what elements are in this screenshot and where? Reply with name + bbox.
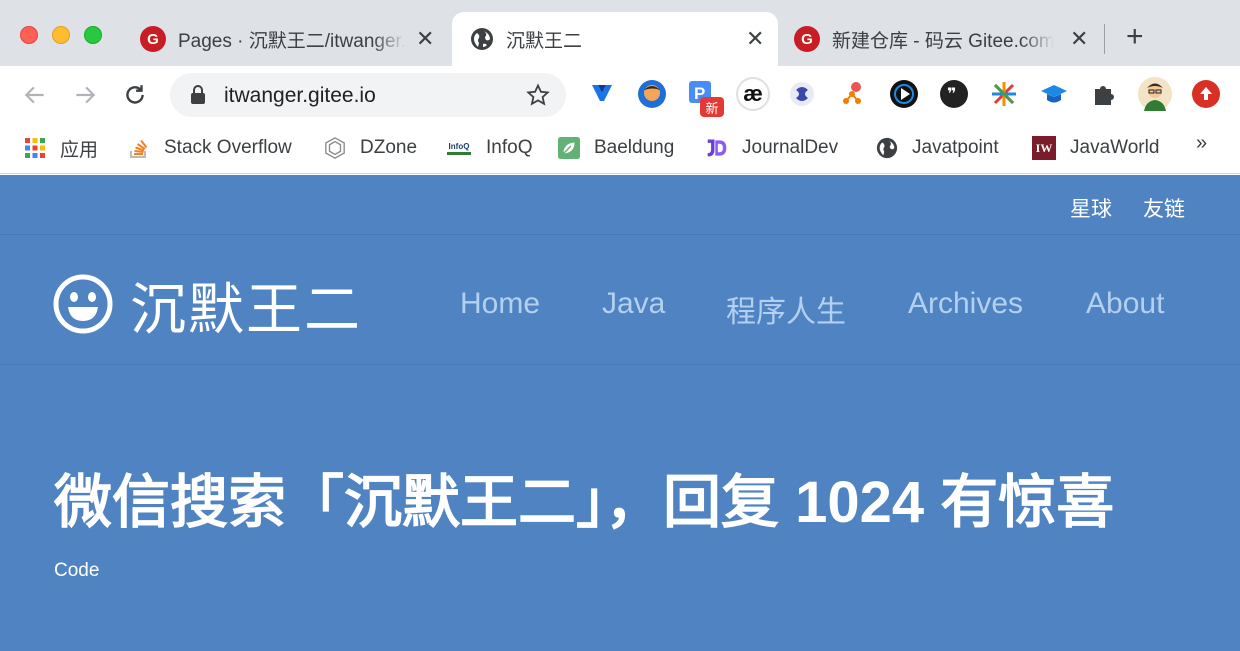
ae-extension-icon[interactable]: æ <box>736 77 770 111</box>
bookmark-label: JavaWorld <box>1070 137 1160 158</box>
new-tab-button[interactable]: + <box>1126 22 1144 52</box>
bookmark-label: DZone <box>360 137 418 158</box>
puzzle-extension-icon[interactable] <box>1090 80 1118 108</box>
bookmarks-overflow-button[interactable]: » <box>1196 132 1207 155</box>
s-extension-icon[interactable] <box>788 80 816 108</box>
topbar-link-friends[interactable]: 友链 <box>1143 193 1185 223</box>
reload-icon <box>126 85 144 104</box>
globe-icon <box>471 28 493 50</box>
hero-heading: 微信搜索「沉默王二」，回复 1024 有惊喜 <box>54 470 1115 535</box>
url-text[interactable]: itwanger.gitee.io <box>224 84 376 108</box>
play-extension-icon[interactable] <box>890 80 918 108</box>
bookmark-label: Stack Overflow <box>164 137 292 158</box>
nav-archives[interactable]: Archives <box>908 287 1023 321</box>
bookmark-javatpoint[interactable]: Javatpoint <box>876 134 999 162</box>
nav-about[interactable]: About <box>1086 287 1164 321</box>
bookmark-javaworld[interactable]: IW JavaWorld <box>1032 134 1159 162</box>
tab-active-site[interactable]: 沉默王二 ✕ <box>452 12 778 66</box>
apps-grid-icon <box>25 138 45 158</box>
address-bar[interactable]: itwanger.gitee.io <box>170 73 566 117</box>
tab-close-icon[interactable]: ✕ <box>416 26 434 52</box>
tree-extension-icon[interactable] <box>838 80 866 108</box>
bookmark-label: 应用 <box>60 139 99 161</box>
window-maximize-button[interactable] <box>84 26 102 44</box>
tab-gitee-new-repo[interactable]: G 新建仓库 - 码云 Gitee.com ✕ <box>784 12 1100 66</box>
tab-separator <box>1104 24 1105 54</box>
bookmark-stackoverflow[interactable]: Stack Overflow <box>128 134 292 162</box>
new-badge: 新 <box>700 97 724 117</box>
bookmark-journaldev[interactable]: JournalDev <box>706 134 838 162</box>
nav-java[interactable]: Java <box>602 287 665 321</box>
nav-programmer-life[interactable]: 程序人生 <box>726 287 846 331</box>
lock-icon[interactable] <box>190 85 206 105</box>
gitee-icon: G <box>794 26 820 52</box>
site-header: 沉默王二 Home Java 程序人生 Archives About <box>0 235 1240 365</box>
code-label: Code <box>54 560 100 581</box>
browser-toolbar: itwanger.gitee.io P 新 æ ❞ <box>0 66 1240 124</box>
tab-gitee-pages[interactable]: G Pages · 沉默王二/itwanger.gitee.io ✕ <box>130 12 446 66</box>
bookmark-label: Baeldung <box>594 137 675 158</box>
profile-avatar[interactable] <box>1138 77 1172 111</box>
tab-title: 新建仓库 - 码云 Gitee.com <box>832 30 1054 52</box>
baeldung-icon <box>558 137 580 159</box>
sparkle-extension-icon[interactable] <box>990 80 1018 108</box>
globe-icon <box>876 137 898 159</box>
infoq-icon: InfoQ <box>446 137 472 159</box>
star-icon[interactable] <box>526 83 550 107</box>
back-button[interactable] <box>20 80 50 110</box>
forward-button[interactable] <box>70 80 100 110</box>
svg-text:❞: ❞ <box>947 84 956 103</box>
arrow-left-icon <box>24 86 44 104</box>
gitee-icon: G <box>140 26 166 52</box>
avatar-extension-icon[interactable] <box>638 80 666 108</box>
bookmark-label: JournalDev <box>742 137 839 158</box>
bookmark-label: Javatpoint <box>912 137 999 158</box>
bookmark-label: InfoQ <box>486 137 533 158</box>
journaldev-icon <box>707 139 727 157</box>
site-page: 星球 友链 沉默王二 Home Java 程序人生 Archives About… <box>0 175 1240 651</box>
smiley-face-icon[interactable] <box>52 273 114 335</box>
stackoverflow-icon <box>130 139 148 158</box>
window-minimize-button[interactable] <box>52 26 70 44</box>
site-logo-text[interactable]: 沉默王二 <box>130 265 362 346</box>
tab-close-icon[interactable]: ✕ <box>746 26 764 52</box>
yoast-extension-icon[interactable] <box>588 80 616 108</box>
bookmark-apps[interactable]: 应用 <box>24 134 98 162</box>
tab-title: 沉默王二 <box>506 30 583 52</box>
tab-strip: G Pages · 沉默王二/itwanger.gitee.io ✕ 沉默王二 … <box>0 0 1240 66</box>
nav-home[interactable]: Home <box>460 287 540 321</box>
bookmark-dzone[interactable]: DZone <box>324 134 417 162</box>
topbar-link-planet[interactable]: 星球 <box>1070 193 1112 223</box>
window-close-button[interactable] <box>20 26 38 44</box>
bookmarks-bar: 应用 Stack Overflow DZone InfoQ InfoQ Bael… <box>0 124 1240 174</box>
graduation-extension-icon[interactable] <box>1040 80 1068 108</box>
bookmark-baeldung[interactable]: Baeldung <box>558 134 674 162</box>
tab-title: Pages · 沉默王二/itwanger.gitee.io <box>178 30 406 52</box>
reload-button[interactable] <box>120 80 150 110</box>
update-icon[interactable] <box>1192 80 1220 108</box>
dzone-icon <box>325 137 345 159</box>
arrow-right-icon <box>76 86 96 104</box>
bookmark-infoq[interactable]: InfoQ InfoQ <box>446 134 532 162</box>
site-topbar: 星球 友链 <box>0 175 1240 235</box>
tab-close-icon[interactable]: ✕ <box>1070 26 1088 52</box>
javaworld-icon: IW <box>1032 136 1056 160</box>
quote-extension-icon[interactable]: ❞ <box>940 80 968 108</box>
